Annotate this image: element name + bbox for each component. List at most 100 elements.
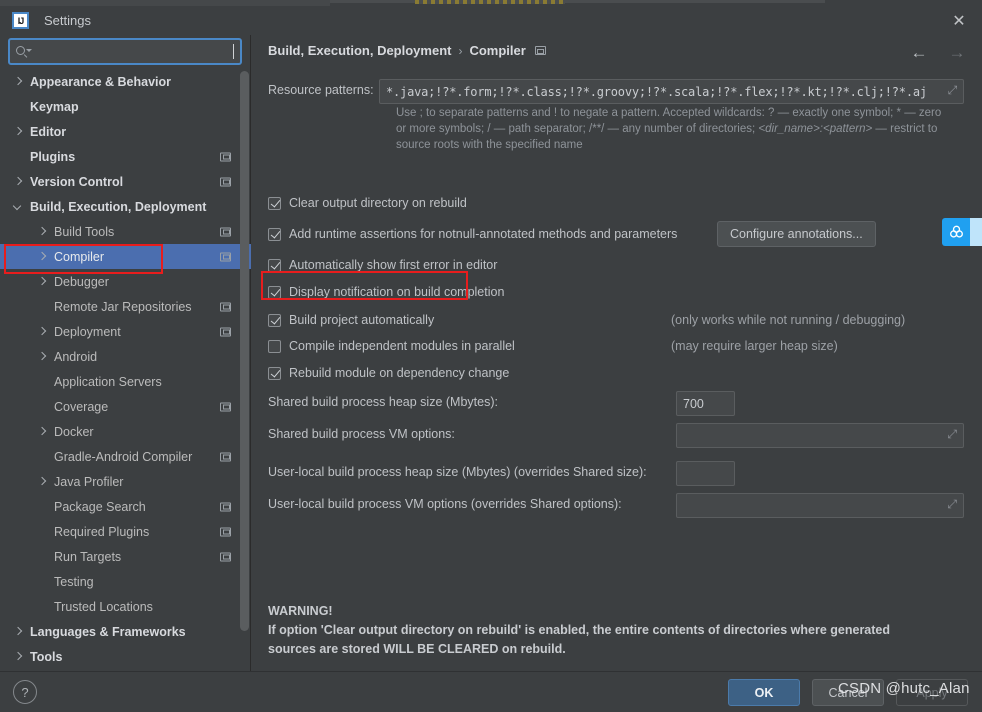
sidebar-item-label: Compiler <box>54 249 105 264</box>
checkbox-row-display-notification-on-build-completion[interactable]: Display notification on build completion <box>268 285 504 299</box>
field-label-text: User-local build process VM options (ove… <box>268 497 622 511</box>
sidebar-item-label: Debugger <box>54 274 109 289</box>
search-box[interactable] <box>8 38 242 65</box>
checkbox-automatically-show-first-error-in-editor[interactable] <box>268 258 281 272</box>
sidebar-item-build-execution-deployment[interactable]: Build, Execution, Deployment <box>0 194 251 219</box>
search-input[interactable] <box>32 44 229 59</box>
project-scope-icon <box>220 552 231 561</box>
checkbox-compile-independent-modules-in-parallel[interactable] <box>268 339 281 353</box>
field-label-shared-build-process-vm-options: Shared build process VM options: <box>268 427 455 441</box>
expand-icon[interactable] <box>945 427 957 442</box>
field-input-user-local-build-process-vm-options-overrides-[interactable] <box>676 493 964 518</box>
chevron-right-icon[interactable] <box>38 252 47 261</box>
warning-line-2: sources are stored WILL BE CLEARED on re… <box>268 642 566 656</box>
bg-seg-b <box>330 0 415 3</box>
sidebar-item-plugins[interactable]: Plugins <box>0 144 251 169</box>
sidebar-item-docker[interactable]: Docker <box>0 419 251 444</box>
apply-button[interactable]: Apply <box>896 679 968 706</box>
cancel-button[interactable]: Cancel <box>812 679 884 706</box>
field-input-shared-build-process-heap-size-mbytes[interactable]: 700 <box>676 391 735 416</box>
sidebar-item-label: Run Targets <box>54 549 122 564</box>
sidebar-item-deployment[interactable]: Deployment <box>0 319 251 344</box>
sidebar-item-appearance-behavior[interactable]: Appearance & Behavior <box>0 69 251 94</box>
breadcrumb-current: Compiler <box>469 43 526 58</box>
project-scope-icon <box>220 227 231 236</box>
chevron-right-icon[interactable] <box>14 627 23 636</box>
field-label-text: User-local build process heap size (Mbyt… <box>268 465 647 479</box>
sidebar-item-build-tools[interactable]: Build Tools <box>0 219 251 244</box>
sidebar-item-run-targets[interactable]: Run Targets <box>0 544 251 569</box>
hint-line-3: source roots with the specified name <box>396 139 583 151</box>
checkbox-row-automatically-show-first-error-in-editor[interactable]: Automatically show first error in editor <box>268 258 497 272</box>
sidebar-item-testing[interactable]: Testing <box>0 569 251 594</box>
back-arrow-icon[interactable]: ← <box>908 41 930 63</box>
chevron-right-icon[interactable] <box>38 277 47 286</box>
checkbox-row-add-runtime-assertions-for-notnull-annotated-methods-and-parameters[interactable]: Add runtime assertions for notnull-annot… <box>268 227 677 241</box>
chevron-right-icon[interactable] <box>14 127 23 136</box>
settings-dialog: IJ Settings ✕ Appearance & Behavior Keyma… <box>0 0 982 712</box>
project-scope-icon <box>220 252 231 261</box>
settings-tree[interactable]: Appearance & Behavior Keymap Editor Plugins… <box>0 69 251 671</box>
sidebar-item-keymap[interactable]: Keymap <box>0 94 251 119</box>
expand-icon[interactable] <box>945 83 957 98</box>
sidebar-item-languages-frameworks[interactable]: Languages & Frameworks <box>0 619 251 644</box>
floating-widget[interactable] <box>942 218 982 246</box>
sidebar-item-tools[interactable]: Tools <box>0 644 251 669</box>
checkbox-label: Add runtime assertions for notnull-annot… <box>289 227 678 241</box>
chevron-down-icon[interactable] <box>14 202 23 211</box>
chevron-right-icon[interactable] <box>38 227 47 236</box>
expand-icon[interactable] <box>945 497 957 512</box>
checkbox-add-runtime-assertions-for-notnull-annotated-methods-and-parameters[interactable] <box>268 227 281 241</box>
ok-button[interactable]: OK <box>728 679 800 706</box>
sidebar-item-gradle-android-compiler[interactable]: Gradle-Android Compiler <box>0 444 251 469</box>
title-bar: IJ Settings ✕ <box>0 6 982 35</box>
cloud-badge-icon[interactable] <box>942 218 970 246</box>
sidebar-item-android[interactable]: Android <box>0 344 251 369</box>
sidebar-item-required-plugins[interactable]: Required Plugins <box>0 519 251 544</box>
sidebar-item-package-search[interactable]: Package Search <box>0 494 251 519</box>
sidebar-scrollbar-thumb[interactable] <box>240 71 249 631</box>
configure-annotations-button[interactable]: Configure annotations... <box>717 221 876 247</box>
checkbox-row-compile-independent-modules-in-parallel[interactable]: Compile independent modules in parallel <box>268 339 515 353</box>
chevron-right-icon[interactable] <box>14 77 23 86</box>
checkbox-row-rebuild-module-on-dependency-change[interactable]: Rebuild module on dependency change <box>268 366 509 380</box>
chevron-right-icon[interactable] <box>38 427 47 436</box>
sidebar-item-editor[interactable]: Editor <box>0 119 251 144</box>
breadcrumb-root[interactable]: Build, Execution, Deployment <box>268 43 451 58</box>
sidebar-item-compiler[interactable]: Compiler <box>0 244 251 269</box>
sidebar-item-label: Build, Execution, Deployment <box>30 199 207 214</box>
checkbox-display-notification-on-build-completion[interactable] <box>268 285 281 299</box>
checkbox-row-clear-output-directory-on-rebuild[interactable]: Clear output directory on rebuild <box>268 196 467 210</box>
sidebar-item-coverage[interactable]: Coverage <box>0 394 251 419</box>
checkbox-row-build-project-automatically[interactable]: Build project automatically <box>268 313 434 327</box>
sidebar-item-application-servers[interactable]: Application Servers <box>0 369 251 394</box>
sidebar-item-remote-jar-repositories[interactable]: Remote Jar Repositories <box>0 294 251 319</box>
sidebar-item-java-profiler[interactable]: Java Profiler <box>0 469 251 494</box>
sidebar-item-debugger[interactable]: Debugger <box>0 269 251 294</box>
field-input-user-local-build-process-heap-size-mbytes-over[interactable] <box>676 461 735 486</box>
checkbox-build-project-automatically[interactable] <box>268 313 281 327</box>
help-icon[interactable]: ? <box>13 680 37 704</box>
chevron-right-icon[interactable] <box>14 652 23 661</box>
chevron-right-icon[interactable] <box>38 477 47 486</box>
chevron-right-icon[interactable] <box>38 327 47 336</box>
resource-patterns-input[interactable]: *.java;!?*.form;!?*.class;!?*.groovy;!?*… <box>379 79 964 104</box>
breadcrumb-separator: › <box>458 43 463 58</box>
close-icon[interactable]: ✕ <box>936 6 982 35</box>
forward-arrow-icon[interactable]: → <box>946 41 968 63</box>
chevron-right-icon[interactable] <box>14 177 23 186</box>
checkbox-rebuild-module-on-dependency-change[interactable] <box>268 366 281 380</box>
sidebar-item-version-control[interactable]: Version Control <box>0 169 251 194</box>
widget-edge <box>970 218 982 246</box>
checkbox-clear-output-directory-on-rebuild[interactable] <box>268 196 281 210</box>
sidebar-item-trusted-locations[interactable]: Trusted Locations <box>0 594 251 619</box>
dialog-body: Appearance & Behavior Keymap Editor Plugins… <box>0 35 982 671</box>
checkbox-label: Display notification on build completion <box>289 285 505 299</box>
chevron-right-icon[interactable] <box>38 352 47 361</box>
field-input-shared-build-process-vm-options[interactable] <box>676 423 964 448</box>
